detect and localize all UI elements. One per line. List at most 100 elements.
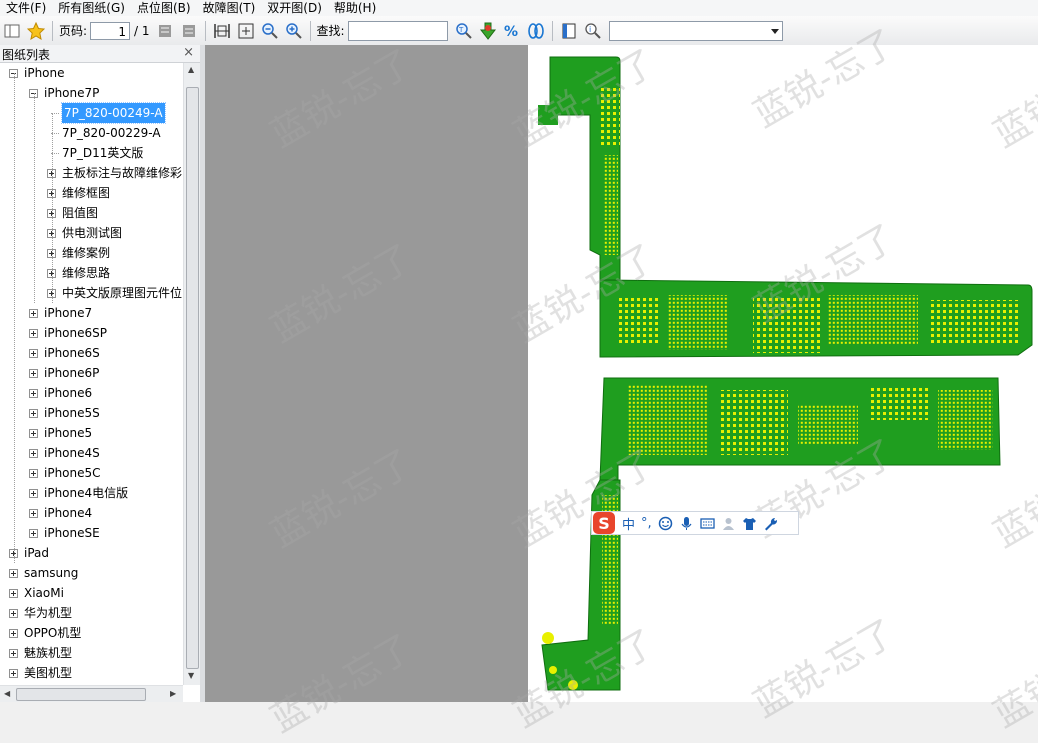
menu-file[interactable]: 文件(F) — [0, 0, 52, 16]
close-icon[interactable]: × — [183, 45, 194, 60]
tree-item[interactable]: 中英文版原理图元件位 — [0, 283, 183, 303]
find-label: 查找: — [316, 24, 345, 38]
tree-item[interactable]: 维修案例 — [0, 243, 183, 263]
tree-item-label: iPhone4 — [44, 506, 93, 520]
fit-width-icon[interactable] — [212, 21, 232, 41]
tree-item[interactable]: 维修框图 — [0, 183, 183, 203]
panel-toggle-icon[interactable] — [2, 21, 22, 41]
menu-fault-map[interactable]: 故障图(T) — [197, 0, 262, 16]
tree-item[interactable]: 美图机型 — [0, 663, 183, 683]
expand-plus-icon[interactable] — [9, 669, 18, 678]
locate-arrow-icon[interactable] — [478, 21, 498, 41]
tree-item[interactable]: 7P_D11英文版 — [0, 143, 183, 163]
expand-plus-icon[interactable] — [9, 589, 18, 598]
tree-item[interactable]: 阻值图 — [0, 203, 183, 223]
tree-item[interactable]: 魅族机型 — [0, 643, 183, 663]
tree-item[interactable]: iPhone4电信版 — [0, 483, 183, 503]
wrench-settings-icon[interactable] — [763, 516, 778, 531]
tree-item[interactable]: iPhone5C — [0, 463, 183, 483]
skin-shirt-icon[interactable] — [742, 516, 757, 531]
sogou-logo-icon[interactable]: S — [593, 512, 615, 534]
keyboard-icon[interactable] — [700, 516, 715, 531]
page-number-input[interactable]: 1 — [90, 21, 131, 40]
tree-item[interactable]: iPhone4 — [0, 503, 183, 523]
ime-toolbar[interactable]: S 中 °, — [591, 511, 799, 535]
emoji-icon[interactable] — [658, 516, 673, 531]
expand-plus-icon[interactable] — [9, 649, 18, 658]
expand-plus-icon[interactable] — [29, 309, 38, 318]
scroll-down-icon[interactable]: ▼ — [188, 671, 194, 680]
chevron-down-icon — [770, 28, 779, 34]
tree-item[interactable]: iPhone7P — [0, 83, 183, 103]
tree-item[interactable]: iPhone7 — [0, 303, 183, 323]
tree-item[interactable]: iPhone6S — [0, 343, 183, 363]
tree-item[interactable]: iPhone5 — [0, 423, 183, 443]
expand-plus-icon[interactable] — [29, 329, 38, 338]
tree-item[interactable]: iPhone6SP — [0, 323, 183, 343]
menu-dual-view[interactable]: 双开图(D) — [261, 0, 328, 16]
prev-page-icon[interactable] — [155, 21, 175, 41]
tree-item-label: 美图机型 — [24, 666, 73, 680]
book-icon[interactable] — [559, 21, 579, 41]
scroll-thumb[interactable] — [16, 688, 146, 701]
expand-plus-icon[interactable] — [29, 509, 38, 518]
tree-item[interactable]: iPhone5S — [0, 403, 183, 423]
tree-item-label: 华为机型 — [24, 606, 73, 620]
percent-icon[interactable]: % — [502, 21, 522, 41]
expand-plus-icon[interactable] — [9, 569, 18, 578]
expand-plus-icon[interactable] — [29, 409, 38, 418]
tree-item[interactable]: 7P_820-00249-A — [0, 102, 183, 124]
expand-plus-icon[interactable] — [29, 489, 38, 498]
tree-item[interactable]: samsung — [0, 563, 183, 583]
scroll-thumb[interactable] — [186, 87, 199, 669]
expand-plus-icon[interactable] — [29, 429, 38, 438]
scroll-up-icon[interactable]: ▲ — [188, 65, 194, 74]
scroll-right-icon[interactable]: ▶ — [170, 689, 176, 698]
svg-text:%: % — [504, 24, 518, 40]
expand-plus-icon[interactable] — [29, 529, 38, 538]
tree-item[interactable]: iPad — [0, 543, 183, 563]
expand-plus-icon[interactable] — [29, 369, 38, 378]
expand-plus-icon[interactable] — [9, 629, 18, 638]
expand-plus-icon[interactable] — [29, 469, 38, 478]
tree-item[interactable]: 维修思路 — [0, 263, 183, 283]
favorite-star-icon[interactable] — [26, 21, 46, 41]
info-search-icon[interactable]: i — [583, 21, 603, 41]
tree-horizontal-scrollbar[interactable]: ◀ ▶ — [0, 685, 183, 702]
menu-all-drawings[interactable]: 所有图纸(G) — [52, 0, 131, 16]
expand-plus-icon[interactable] — [29, 349, 38, 358]
tree-item[interactable]: iPhone4S — [0, 443, 183, 463]
tree-item[interactable]: iPhone6 — [0, 383, 183, 403]
tree-item[interactable]: 供电测试图 — [0, 223, 183, 243]
expand-plus-icon[interactable] — [9, 609, 18, 618]
find-search-icon[interactable]: T — [454, 21, 474, 41]
menu-point-map[interactable]: 点位图(B) — [131, 0, 197, 16]
tree-item[interactable]: iPhoneSE — [0, 523, 183, 543]
dual-view-icon[interactable] — [526, 21, 546, 41]
tree-item[interactable]: 主板标注与故障维修彩 — [0, 163, 183, 183]
tree-item[interactable]: iPhone — [0, 63, 183, 83]
tree-item[interactable]: 华为机型 — [0, 603, 183, 623]
user-icon[interactable] — [721, 516, 736, 531]
expand-plus-icon[interactable] — [29, 449, 38, 458]
ime-punctuation-toggle[interactable]: °, — [641, 516, 652, 531]
tree-item[interactable]: OPPO机型 — [0, 623, 183, 643]
find-input[interactable] — [347, 20, 448, 41]
tree-item[interactable]: iPhone6P — [0, 363, 183, 383]
tree-item[interactable]: 7P_820-00229-A — [0, 123, 183, 143]
microphone-icon[interactable] — [679, 516, 694, 531]
drawing-canvas[interactable] — [528, 45, 1038, 702]
toolbar-separator — [52, 20, 53, 41]
fit-page-icon[interactable] — [236, 21, 256, 41]
tree-item-label: iPhone5S — [44, 406, 100, 420]
zoom-in-icon[interactable] — [284, 21, 304, 41]
tree-item-label: iPhone6P — [44, 366, 100, 380]
tree-vertical-scrollbar[interactable]: ▲ ▼ — [183, 63, 200, 685]
zoom-out-icon[interactable] — [260, 21, 280, 41]
menu-help[interactable]: 帮助(H) — [328, 0, 382, 16]
expand-plus-icon[interactable] — [29, 389, 38, 398]
tree-item[interactable]: XiaoMi — [0, 583, 183, 603]
ime-mode-toggle[interactable]: 中 — [622, 514, 635, 533]
scroll-left-icon[interactable]: ◀ — [4, 689, 10, 698]
next-page-icon[interactable] — [179, 21, 199, 41]
